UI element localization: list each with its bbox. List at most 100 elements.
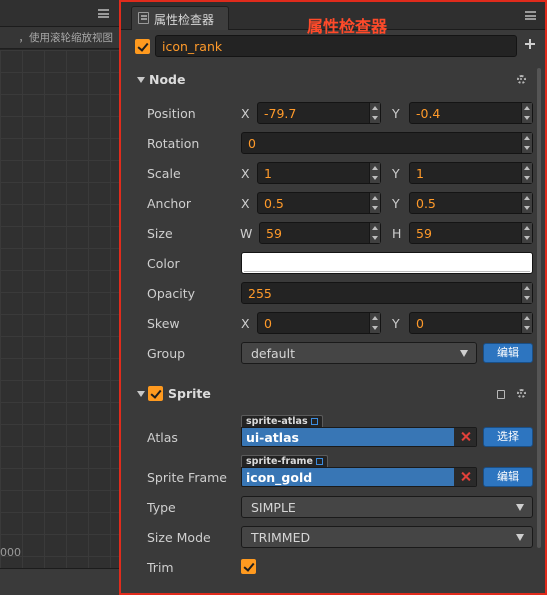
skew-x-input[interactable]: 0	[257, 312, 381, 334]
chevron-down-icon	[460, 350, 468, 357]
node-active-checkbox[interactable]	[135, 39, 150, 54]
position-x-input[interactable]: -79.7	[257, 102, 381, 124]
tab-inspector[interactable]: 属性检查器	[131, 6, 229, 30]
color-label: Color	[147, 256, 180, 271]
position-y-stepper[interactable]	[521, 103, 532, 123]
skew-y-input[interactable]: 0	[409, 312, 533, 334]
size-mode-select[interactable]: TRIMMED	[241, 526, 533, 548]
caret-down-icon	[137, 391, 145, 397]
scene-panel: ，使用滚轮缩放视图 000	[0, 0, 119, 595]
atlas-select-button[interactable]: 选择	[483, 427, 533, 447]
position-y-input[interactable]: -0.4	[409, 102, 533, 124]
sprite-enabled-checkbox[interactable]	[148, 386, 163, 401]
scale-x-value: 1	[264, 166, 272, 181]
anchor-y-label: Y	[392, 196, 400, 211]
chevron-down-icon	[516, 534, 524, 541]
opacity-stepper[interactable]	[521, 283, 532, 303]
trim-checkbox[interactable]	[241, 559, 256, 574]
scale-label: Scale	[147, 166, 181, 181]
size-width-value: 59	[266, 226, 282, 241]
inspector-panel-menu-icon[interactable]	[525, 11, 536, 20]
node-name-input[interactable]: icon_rank	[155, 35, 517, 57]
color-picker-swatch[interactable]	[241, 252, 533, 274]
help-book-icon[interactable]	[497, 390, 505, 399]
size-width-input[interactable]: 59	[259, 222, 381, 244]
sprite-section-title: Sprite	[168, 386, 211, 401]
scale-x-input[interactable]: 1	[257, 162, 381, 184]
inspector-annotation-label: 属性检查器	[307, 17, 388, 36]
anchor-x-stepper[interactable]	[369, 193, 380, 213]
external-link-icon[interactable]	[310, 418, 318, 425]
atlas-label: Atlas	[147, 430, 178, 445]
anchor-y-stepper[interactable]	[521, 193, 532, 213]
rotation-stepper[interactable]	[521, 133, 532, 153]
gear-icon[interactable]	[517, 389, 526, 398]
atlas-asset-value: ui-atlas	[246, 430, 299, 445]
skew-x-label: X	[241, 316, 250, 331]
size-w-label: W	[240, 226, 253, 241]
size-height-stepper[interactable]	[521, 223, 532, 243]
rotation-label: Rotation	[147, 136, 200, 151]
inspector-tab-label: 属性检查器	[154, 13, 215, 27]
scale-y-label: Y	[392, 166, 400, 181]
anchor-label: Anchor	[147, 196, 192, 211]
skew-x-stepper[interactable]	[369, 313, 380, 333]
sprite-frame-asset-field[interactable]: icon_gold	[241, 467, 477, 487]
external-link-icon[interactable]	[315, 458, 323, 465]
type-label: Type	[147, 500, 176, 515]
group-label: Group	[147, 346, 186, 361]
anchor-x-label: X	[241, 196, 250, 211]
sprite-frame-edit-button[interactable]: 编辑	[483, 467, 533, 487]
skew-x-value: 0	[264, 316, 272, 331]
gear-icon[interactable]	[517, 75, 526, 84]
size-mode-label: Size Mode	[147, 530, 211, 545]
anchor-x-value: 0.5	[264, 196, 284, 211]
rotation-input[interactable]: 0	[241, 132, 533, 154]
position-label: Position	[147, 106, 196, 121]
sprite-section-header[interactable]: Sprite	[123, 382, 535, 406]
skew-y-stepper[interactable]	[521, 313, 532, 333]
caret-down-icon	[137, 77, 145, 83]
close-icon	[461, 432, 470, 441]
sprite-frame-clear-button[interactable]	[454, 468, 476, 486]
scene-canvas[interactable]	[0, 50, 119, 568]
type-select[interactable]: SIMPLE	[241, 496, 533, 518]
scale-x-label: X	[241, 166, 250, 181]
opacity-input[interactable]: 255	[241, 282, 533, 304]
size-height-value: 59	[416, 226, 432, 241]
scene-panel-menu-icon[interactable]	[98, 9, 109, 18]
inspector-scrollbar[interactable]	[537, 68, 541, 548]
sprite-frame-asset-value: icon_gold	[246, 470, 313, 485]
opacity-label: Opacity	[147, 286, 196, 301]
skew-y-value: 0	[416, 316, 424, 331]
group-select[interactable]: default	[241, 342, 477, 364]
scale-x-stepper[interactable]	[369, 163, 380, 183]
add-component-icon[interactable]	[525, 39, 535, 49]
position-y-value: -0.4	[416, 106, 441, 121]
group-edit-button[interactable]: 编辑	[483, 343, 533, 363]
position-x-label: X	[241, 106, 250, 121]
scale-y-stepper[interactable]	[521, 163, 532, 183]
atlas-asset-field[interactable]: ui-atlas	[241, 427, 477, 447]
sprite-frame-tag-label: sprite-frame	[246, 456, 313, 467]
atlas-clear-button[interactable]	[454, 428, 476, 446]
anchor-x-input[interactable]: 0.5	[257, 192, 381, 214]
scale-y-value: 1	[416, 166, 424, 181]
sprite-atlas-tag-label: sprite-atlas	[246, 416, 308, 427]
size-label: Size	[147, 226, 173, 241]
position-x-stepper[interactable]	[369, 103, 380, 123]
scale-y-input[interactable]: 1	[409, 162, 533, 184]
anchor-y-input[interactable]: 0.5	[409, 192, 533, 214]
inspector-panel: 属性检查器 属性检查器 icon_rank Node Position X -7…	[119, 0, 547, 595]
skew-y-label: Y	[392, 316, 400, 331]
group-select-value: default	[251, 346, 295, 361]
size-height-input[interactable]: 59	[409, 222, 533, 244]
anchor-y-value: 0.5	[416, 196, 436, 211]
size-width-stepper[interactable]	[369, 223, 380, 243]
size-mode-select-value: TRIMMED	[251, 530, 311, 545]
position-y-label: Y	[392, 106, 400, 121]
node-section-header[interactable]: Node	[123, 68, 535, 92]
scene-footer-bar	[0, 568, 119, 595]
scene-hint-text: ，使用滚轮缩放视图	[18, 32, 114, 44]
position-x-value: -79.7	[264, 106, 297, 121]
